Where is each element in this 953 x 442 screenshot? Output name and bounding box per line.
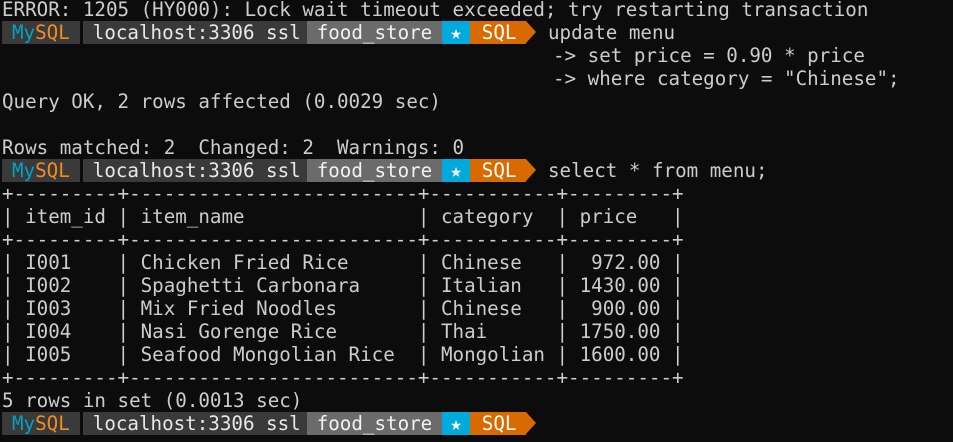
host-label: localhost:3306 ssl — [92, 159, 301, 182]
star-glyph: ★ — [450, 412, 462, 435]
sql-mode-segment: SQL — [469, 21, 527, 44]
star-glyph: ★ — [450, 159, 462, 182]
terminal-window[interactable]: ERROR: 1205 (HY000): Lock wait timeout e… — [0, 0, 953, 442]
prompt-arrow-icon — [526, 21, 537, 43]
query-ok-line: Query OK, 2 rows affected (0.0029 sec) — [2, 90, 441, 113]
mysql-badge-sql: SQL — [35, 21, 70, 44]
update-command-text-3: where category = "Chinese"; — [587, 67, 900, 90]
host-segment: localhost:3306 ssl — [82, 21, 307, 44]
host-label: localhost:3306 ssl — [92, 21, 301, 44]
error-line: ERROR: 1205 (HY000): Lock wait timeout e… — [2, 0, 869, 21]
sql-mode-segment: SQL — [469, 412, 527, 435]
update-command-line-3: -> where category = "Chinese"; — [553, 67, 900, 90]
table-row: | I004 | Nasi Gorenge Rice | Thai | 1750… — [2, 320, 684, 343]
mysql-badge: MySQL — [2, 21, 80, 44]
database-segment: food_store — [306, 159, 443, 182]
table-border-top: +---------+-------------------------+---… — [2, 182, 684, 205]
star-icon: ★ — [442, 21, 470, 44]
rows-matched-line: Rows matched: 2 Changed: 2 Warnings: 0 — [2, 136, 465, 159]
mysql-badge: MySQL — [2, 159, 80, 182]
sql-mode-label: SQL — [481, 21, 517, 44]
table-border-mid: +---------+-------------------------+---… — [2, 228, 684, 251]
table-border-bottom: +---------+-------------------------+---… — [2, 366, 684, 389]
host-segment: localhost:3306 ssl — [82, 159, 307, 182]
mysql-badge-my: My — [12, 21, 36, 44]
mysql-badge-my: My — [12, 412, 36, 435]
database-label: food_store — [316, 21, 433, 44]
update-command-line-1: update menu — [536, 21, 676, 44]
table-row: | I002 | Spaghetti Carbonara | Italian |… — [2, 274, 684, 297]
select-command: select * from menu; — [536, 159, 768, 182]
star-glyph: ★ — [450, 21, 462, 44]
rows-in-set-line: 5 rows in set (0.0013 sec) — [2, 389, 303, 412]
prompt-line-1: MySQL localhost:3306 ssl food_store ★ SQL up… — [2, 21, 675, 44]
continuation-prefix: -> — [553, 67, 588, 90]
mysql-badge-sql: SQL — [35, 412, 70, 435]
mysql-badge: MySQL — [2, 412, 80, 435]
table-row: | I003 | Mix Fried Noodles | Chinese | 9… — [2, 297, 684, 320]
star-icon: ★ — [442, 159, 470, 182]
mysql-badge-my: My — [12, 159, 36, 182]
sql-mode-label: SQL — [481, 159, 517, 182]
database-segment: food_store — [306, 21, 443, 44]
mysql-badge-sql: SQL — [35, 159, 70, 182]
prompt-line-2: MySQL localhost:3306 ssl food_store ★ SQL se… — [2, 159, 768, 182]
prompt-arrow-icon — [526, 412, 537, 434]
database-segment: food_store — [306, 412, 443, 435]
update-command-text-2: set price = 0.90 * price — [587, 44, 865, 67]
continuation-prefix: -> — [553, 44, 588, 67]
host-label: localhost:3306 ssl — [92, 412, 301, 435]
database-label: food_store — [316, 159, 433, 182]
prompt-line-3[interactable]: MySQL localhost:3306 ssl food_store ★ SQL — [2, 412, 537, 435]
prompt-arrow-icon — [526, 159, 537, 181]
table-row: | I001 | Chicken Fried Rice | Chinese | … — [2, 251, 684, 274]
table-header: | item_id | item_name | category | price… — [2, 205, 684, 228]
sql-mode-label: SQL — [481, 412, 517, 435]
update-command-line-2: -> set price = 0.90 * price — [553, 44, 865, 67]
star-icon: ★ — [442, 412, 470, 435]
host-segment: localhost:3306 ssl — [82, 412, 307, 435]
table-row: | I005 | Seafood Mongolian Rice | Mongol… — [2, 343, 684, 366]
database-label: food_store — [316, 412, 433, 435]
sql-mode-segment: SQL — [469, 159, 527, 182]
